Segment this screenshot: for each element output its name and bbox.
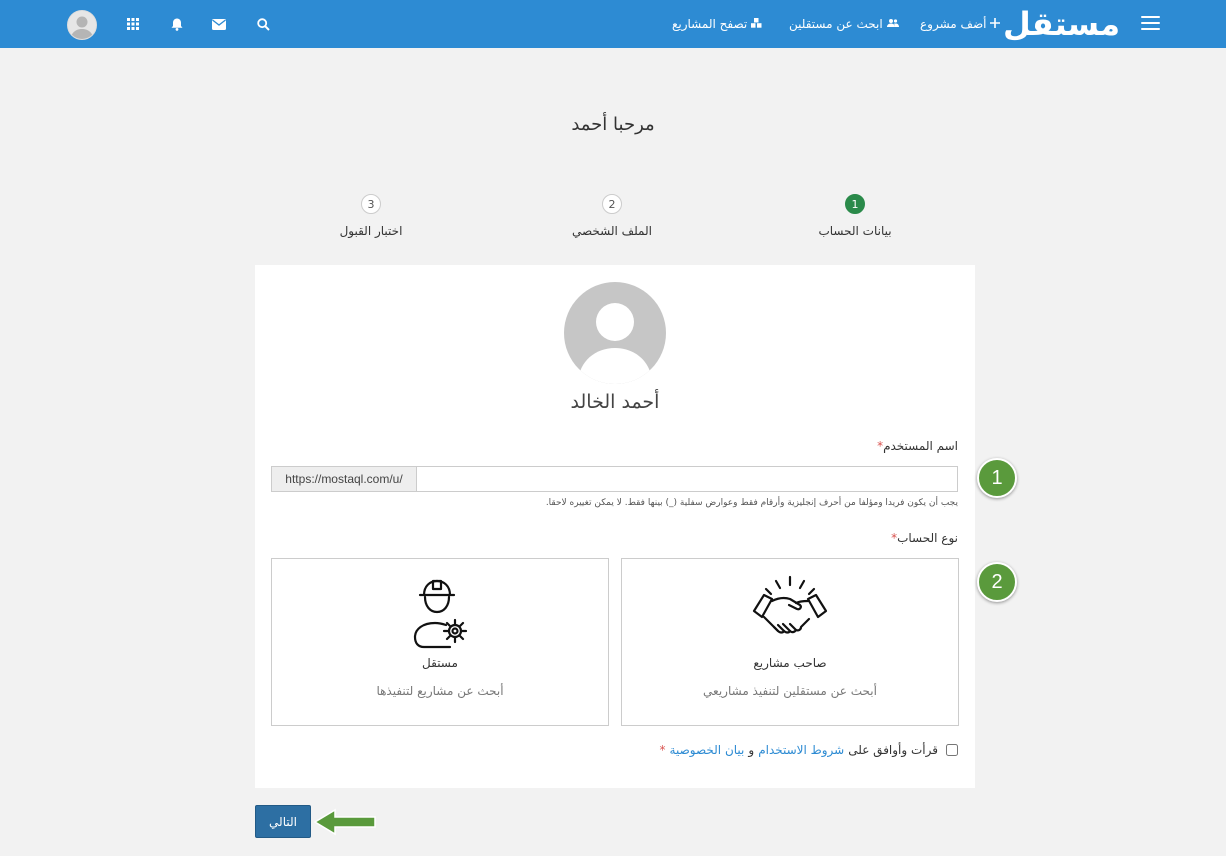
profile-name: أحمد الخالد bbox=[570, 391, 660, 413]
username-help-text: يجب أن يكون فريدا ومؤلفا من أحرف إنجليزي… bbox=[545, 498, 958, 508]
menu-icon[interactable] bbox=[1141, 16, 1160, 31]
username-url-prefix: https://mostaql.com/u/ bbox=[272, 467, 417, 491]
account-type-label-text: نوع الحساب bbox=[897, 531, 958, 545]
account-type-title: مستقل bbox=[422, 656, 458, 670]
username-input-group: https://mostaql.com/u/ bbox=[271, 466, 958, 492]
nav-add-project-label: أضف مشروع bbox=[920, 17, 987, 31]
avatar[interactable] bbox=[67, 10, 97, 40]
step-number: 1 bbox=[845, 194, 865, 214]
handshake-icon bbox=[622, 575, 958, 655]
apps-grid-icon[interactable] bbox=[124, 15, 142, 33]
step-label: الملف الشخصي bbox=[572, 224, 652, 238]
user-silhouette-icon bbox=[578, 303, 652, 384]
step-number: 2 bbox=[602, 194, 622, 214]
next-button[interactable]: التالي bbox=[255, 805, 311, 838]
account-type-label: نوع الحساب* bbox=[891, 531, 958, 545]
annotation-badge-1: 1 bbox=[977, 458, 1017, 498]
nav-find-freelancers-label: ابحث عن مستقلين bbox=[789, 17, 883, 31]
agree-prefix: قرأت وأوافق على bbox=[848, 743, 938, 757]
step-profile: 2 الملف الشخصي bbox=[552, 194, 672, 238]
account-form-card: أحمد الخالد اسم المستخدم* https://mostaq… bbox=[255, 265, 975, 788]
worker-gear-icon bbox=[272, 575, 608, 655]
nav-browse-projects[interactable]: تصفح المشاريع bbox=[672, 15, 762, 33]
account-type-freelancer[interactable]: مستقل أبحث عن مشاريع لتنفيذها bbox=[271, 558, 609, 726]
annotation-badge-2: 2 bbox=[977, 562, 1017, 602]
step-number: 3 bbox=[361, 194, 381, 214]
agree-and: و bbox=[748, 743, 755, 757]
username-label-text: اسم المستخدم bbox=[883, 439, 958, 453]
privacy-link[interactable]: بيان الخصوصية bbox=[670, 743, 745, 757]
account-type-description: أبحث عن مشاريع لتنفيذها bbox=[376, 684, 504, 698]
username-label: اسم المستخدم* bbox=[877, 439, 958, 453]
top-navbar: مستقل أضف مشروع ابحث عن مستقلين تصفح الم… bbox=[0, 0, 1226, 48]
profile-avatar[interactable] bbox=[564, 282, 666, 384]
username-input[interactable] bbox=[417, 467, 957, 491]
user-silhouette-icon bbox=[71, 16, 93, 39]
required-mark: * bbox=[659, 743, 666, 757]
account-type-description: أبحث عن مستقلين لتنفيذ مشاريعي bbox=[703, 684, 877, 698]
users-icon bbox=[886, 15, 899, 33]
site-logo[interactable]: مستقل bbox=[1003, 6, 1120, 42]
nav-find-freelancers[interactable]: ابحث عن مستقلين bbox=[789, 15, 899, 33]
account-type-project-owner[interactable]: صاحب مشاريع أبحث عن مستقلين لتنفيذ مشاري… bbox=[621, 558, 959, 726]
step-label: اختبار القبول bbox=[339, 224, 403, 238]
step-label: بيانات الحساب bbox=[818, 224, 892, 238]
bell-icon[interactable] bbox=[168, 15, 186, 33]
nav-browse-projects-label: تصفح المشاريع bbox=[672, 17, 748, 31]
envelope-icon[interactable] bbox=[210, 15, 228, 33]
nav-add-project[interactable]: أضف مشروع bbox=[920, 15, 1001, 33]
search-icon[interactable] bbox=[254, 15, 272, 33]
page-title: مرحبا أحمد bbox=[571, 114, 655, 135]
step-account-data: 1 بيانات الحساب bbox=[795, 194, 915, 238]
account-type-title: صاحب مشاريع bbox=[753, 656, 827, 670]
arrow-left-icon bbox=[313, 808, 376, 836]
plus-icon bbox=[990, 15, 1001, 33]
step-acceptance-test: 3 اختبار القبول bbox=[311, 194, 431, 238]
terms-agreement: قرأت وأوافق على شروط الاستخدام و بيان ال… bbox=[660, 743, 958, 757]
terms-link[interactable]: شروط الاستخدام bbox=[758, 743, 844, 757]
terms-checkbox[interactable] bbox=[946, 744, 958, 756]
cubes-icon bbox=[751, 15, 762, 33]
